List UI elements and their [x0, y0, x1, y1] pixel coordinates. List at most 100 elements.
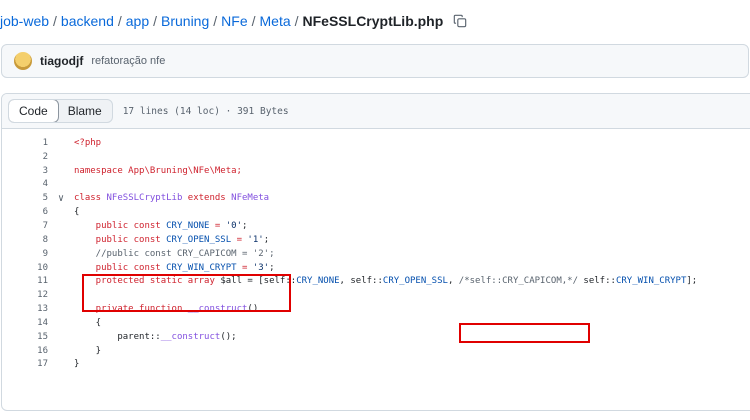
line-number[interactable]: 1: [2, 138, 48, 148]
code-text: , self::: [339, 276, 383, 287]
breadcrumb-separator: /: [53, 13, 57, 29]
code-line: 7 public const CRY_NONE = '0';: [2, 219, 750, 233]
code-text: ();: [220, 331, 237, 342]
code-text: CRY_NONE: [166, 220, 210, 231]
breadcrumb-separator: /: [251, 13, 256, 29]
code-text: public const: [74, 220, 167, 231]
line-number[interactable]: 16: [2, 346, 48, 356]
code-text: '0': [225, 220, 243, 231]
code-text: =: [209, 220, 226, 231]
line-number[interactable]: 5: [2, 193, 48, 203]
line-number[interactable]: 12: [2, 290, 48, 300]
code-text: namespace App\Bruning\NFe\Meta;: [74, 165, 242, 176]
code-text: class: [74, 193, 107, 204]
line-number[interactable]: 15: [2, 332, 48, 342]
code-line: 8 public const CRY_OPEN_SSL = '1';: [2, 233, 750, 247]
current-file-name: NFeSSLCryptLib.php: [302, 13, 444, 29]
code-tab[interactable]: Code: [8, 100, 59, 122]
line-number[interactable]: 10: [2, 263, 48, 273]
code-text: __construct: [187, 304, 248, 315]
line-number[interactable]: 6: [2, 207, 48, 217]
line-number[interactable]: 11: [2, 276, 48, 286]
line-number[interactable]: 9: [2, 249, 48, 259]
latest-commit-bar: tiagodjf refatoração nfe: [1, 44, 749, 78]
code-text: $all: [220, 276, 242, 287]
code-text: NFeMeta: [231, 193, 270, 204]
code-text: __construct: [160, 331, 221, 342]
code-text: parent::: [74, 331, 161, 342]
breadcrumb-separator: /: [213, 13, 218, 29]
code-text: CRY_WIN_CRYPT: [166, 262, 237, 273]
code-text: (): [247, 304, 259, 315]
breadcrumb: job-web / backend / app / Bruning / NFe …: [0, 11, 467, 31]
line-number[interactable]: 13: [2, 304, 48, 314]
code-line: 11 protected static array $all = [self::…: [2, 274, 750, 288]
code-text: CRY_WIN_CRYPT: [615, 276, 687, 287]
code-text: =: [231, 234, 248, 245]
code-text: {: [74, 317, 102, 328]
code-view: 1 <?php 2 3 namespace App\Bruning\NFe\Meta…: [2, 129, 750, 371]
breadcrumb-link-nfe[interactable]: NFe: [221, 13, 247, 29]
code-line: 17}: [2, 358, 750, 372]
code-text: protected static array: [74, 276, 221, 287]
code-line: 3 namespace App\Bruning\NFe\Meta;: [2, 164, 750, 178]
code-text: public const: [74, 234, 167, 245]
breadcrumb-link-app[interactable]: app: [126, 13, 149, 29]
breadcrumb-link-bruning[interactable]: Bruning: [161, 13, 209, 29]
file-info: 17 lines (14 loc) · 391 Bytes: [122, 105, 289, 117]
code-line: 10 public const CRY_WIN_CRYPT = '3';: [2, 261, 750, 275]
fold-chevron-icon[interactable]: ∨: [48, 193, 74, 204]
line-number[interactable]: 4: [2, 179, 48, 189]
code-line: 16 }: [2, 344, 750, 358]
code-text: =: [236, 262, 253, 273]
code-text: ;: [263, 234, 270, 245]
code-line: 1 <?php: [2, 136, 750, 150]
code-text: ];: [686, 276, 698, 287]
code-line: 13 private function __construct(): [2, 302, 750, 316]
code-text: ,: [447, 276, 459, 287]
line-number[interactable]: 2: [2, 152, 48, 162]
code-text: <?php: [74, 137, 102, 148]
breadcrumb-repo-link[interactable]: job-web: [0, 13, 49, 29]
breadcrumb-separator: /: [153, 13, 157, 29]
line-number[interactable]: 7: [2, 221, 48, 231]
code-text: public const: [74, 262, 167, 273]
code-text: ;: [242, 220, 248, 231]
file-header: Code Blame 17 lines (14 loc) · 391 Bytes: [2, 94, 750, 129]
code-text: }: [74, 359, 80, 370]
breadcrumb-link-backend[interactable]: backend: [61, 13, 114, 29]
code-line: 14 {: [2, 316, 750, 330]
code-comment: /*self::CRY_CAPICOM,*/: [458, 276, 578, 287]
code-text: = [self::: [242, 276, 297, 287]
commit-author[interactable]: tiagodjf: [40, 54, 83, 68]
breadcrumb-separator: /: [294, 13, 299, 29]
code-text: extends: [182, 193, 232, 204]
code-text: CRY_NONE: [296, 276, 340, 287]
commit-message[interactable]: refatoração nfe: [91, 55, 165, 67]
code-text: }: [74, 345, 102, 356]
line-number[interactable]: 14: [2, 318, 48, 328]
avatar[interactable]: [14, 52, 32, 70]
code-line: 9 //public const CRY_CAPICOM = '2';: [2, 247, 750, 261]
code-comment: //public const CRY_CAPICOM = '2';: [74, 248, 275, 259]
copy-icon: [454, 14, 467, 28]
code-line: 12: [2, 288, 750, 302]
code-text: CRY_OPEN_SSL: [382, 276, 448, 287]
line-number[interactable]: 8: [2, 235, 48, 245]
code-text: {: [74, 207, 80, 218]
code-text: '1': [247, 234, 264, 245]
copy-path-button[interactable]: [453, 14, 467, 28]
code-text: '3': [252, 262, 270, 273]
view-toggle: Code Blame: [8, 99, 113, 123]
code-line: 4: [2, 178, 750, 192]
blame-tab[interactable]: Blame: [58, 100, 112, 122]
code-text: private function: [74, 304, 188, 315]
line-number[interactable]: 3: [2, 166, 48, 176]
code-line: 2: [2, 150, 750, 164]
code-line: 5 ∨ class NFeSSLCryptLib extends NFeMeta: [2, 191, 750, 205]
breadcrumb-link-meta[interactable]: Meta: [260, 13, 291, 29]
code-line: 6{: [2, 205, 750, 219]
code-text: CRY_OPEN_SSL: [166, 234, 232, 245]
code-text: NFeSSLCryptLib: [106, 193, 183, 204]
line-number[interactable]: 17: [2, 359, 48, 369]
